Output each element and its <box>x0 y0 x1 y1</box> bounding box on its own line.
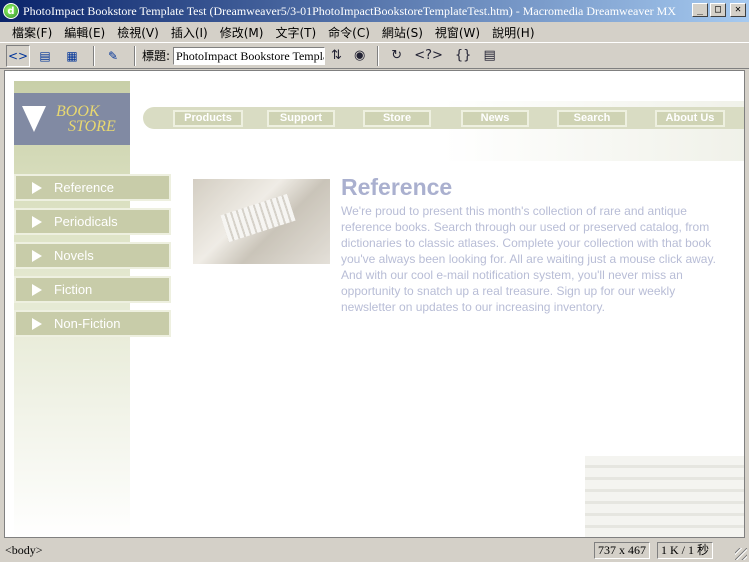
logo-line-1: BOOK <box>56 103 100 120</box>
side-item-label: Novels <box>54 248 94 263</box>
menu-view[interactable]: 檢視(V) <box>111 24 165 41</box>
menu-site[interactable]: 網站(S) <box>376 24 429 41</box>
side-item-novels[interactable]: Novels <box>14 242 171 269</box>
bookstore-logo: BOOK STORE <box>14 93 130 145</box>
refresh-icon[interactable]: ↻ <box>391 48 402 63</box>
view-options-icon[interactable]: ▤ <box>483 48 495 63</box>
nav-about-us[interactable]: About Us <box>655 110 725 127</box>
split-view-icon[interactable]: ▤ <box>33 45 57 67</box>
document-toolbar: <> ▤ ▦ ✎ 標題: PhotoImpact Bookstore Templ… <box>0 42 749 69</box>
side-item-non-fiction[interactable]: Non-Fiction <box>14 310 171 337</box>
play-arrow-icon <box>32 283 42 296</box>
logo-text: BOOK STORE <box>56 103 116 135</box>
menu-commands[interactable]: 命令(C) <box>322 24 376 41</box>
title-label: 標題: <box>142 49 171 63</box>
window-title: PhotoImpact Bookstore Template Test (Dre… <box>23 3 677 18</box>
play-arrow-icon <box>32 317 42 330</box>
side-item-label: Fiction <box>54 282 93 297</box>
nav-products[interactable]: Products <box>173 110 243 127</box>
design-view-icon[interactable]: ▦ <box>60 45 84 67</box>
play-arrow-icon <box>32 215 42 228</box>
reference-book-image <box>193 179 330 264</box>
status-bar: <body> 737 x 467 1 K / 1 秒 <box>0 539 749 562</box>
minimize-button[interactable]: _ <box>692 3 708 17</box>
close-button[interactable]: ✕ <box>730 3 746 17</box>
page-heading: Reference <box>341 174 453 200</box>
code-navigation-icon[interactable]: {} <box>455 48 472 63</box>
side-item-periodicals[interactable]: Periodicals <box>14 208 171 235</box>
resize-grip-icon[interactable] <box>735 548 747 560</box>
top-nav-bar: Products Support Store News Search About… <box>143 107 744 129</box>
logo-v-icon <box>20 104 50 134</box>
side-item-fiction[interactable]: Fiction <box>14 276 171 303</box>
document-window[interactable]: BOOK STORE Products Support Store News S… <box>4 70 745 538</box>
page-body-text: We're proud to present this month's coll… <box>341 204 716 314</box>
menu-help[interactable]: 說明(H) <box>486 24 540 41</box>
side-item-reference[interactable]: Reference <box>14 174 171 201</box>
nav-store[interactable]: Store <box>363 110 431 127</box>
tag-selector[interactable]: <body> <box>5 543 43 558</box>
side-item-label: Reference <box>54 180 114 195</box>
nav-support[interactable]: Support <box>267 110 335 127</box>
menu-edit[interactable]: 編輯(E) <box>58 24 111 41</box>
nav-search[interactable]: Search <box>557 110 627 127</box>
books-stack-image <box>585 456 744 537</box>
toolbar-separator <box>134 45 136 66</box>
logo-line-2: STORE <box>68 118 116 135</box>
reference-icon[interactable]: <?> <box>414 48 443 63</box>
page-title-input[interactable]: PhotoImpact Bookstore Templa <box>173 46 326 65</box>
dreamweaver-icon[interactable]: d <box>3 3 19 19</box>
nav-news[interactable]: News <box>461 110 529 127</box>
toolbar-separator <box>93 45 95 66</box>
side-item-label: Periodicals <box>54 214 118 229</box>
download-size-field: 1 K / 1 秒 <box>657 542 714 559</box>
menu-modify[interactable]: 修改(M) <box>214 24 270 41</box>
menu-text[interactable]: 文字(T) <box>269 24 322 41</box>
preview-browser-icon[interactable]: ◉ <box>354 48 365 63</box>
file-management-icon[interactable]: ⇅ <box>331 48 342 63</box>
side-item-label: Non-Fiction <box>54 316 121 331</box>
window-controls: _ □ ✕ <box>692 3 746 17</box>
menu-file[interactable]: 檔案(F) <box>6 24 58 41</box>
play-arrow-icon <box>32 249 42 262</box>
live-data-icon[interactable]: ✎ <box>101 45 125 67</box>
maximize-button[interactable]: □ <box>710 3 726 17</box>
title-bar: d PhotoImpact Bookstore Template Test (D… <box>0 0 749 22</box>
menu-insert[interactable]: 插入(I) <box>165 24 214 41</box>
code-view-icon[interactable]: <> <box>6 44 30 67</box>
menu-bar: 檔案(F) 編輯(E) 檢視(V) 插入(I) 修改(M) 文字(T) 命令(C… <box>0 22 749 42</box>
window-size-field[interactable]: 737 x 467 <box>594 542 650 559</box>
play-arrow-icon <box>32 181 42 194</box>
menu-window[interactable]: 視窗(W) <box>429 24 486 41</box>
toolbar-separator <box>377 45 380 66</box>
